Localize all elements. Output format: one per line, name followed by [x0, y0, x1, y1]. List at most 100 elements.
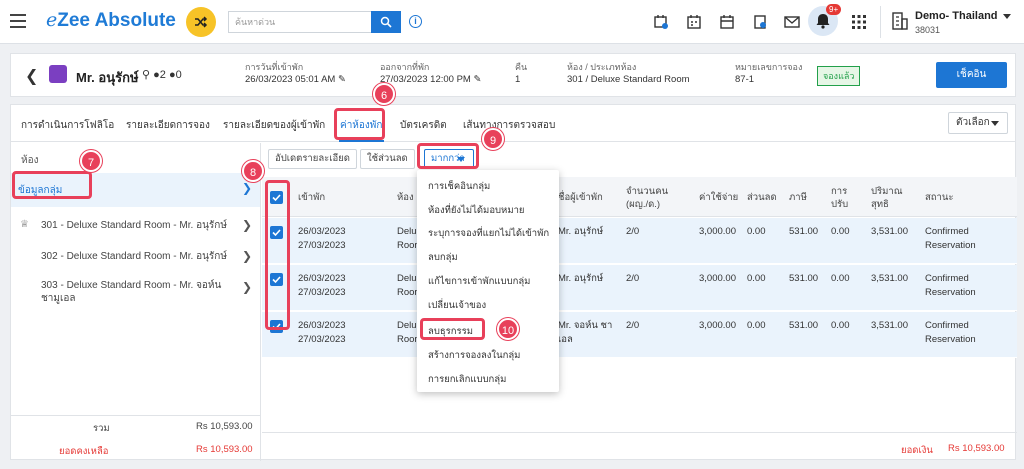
highlight-delete-transaction — [420, 318, 485, 340]
tab-bar: การดำเนินการโฟลิโอ รายละเอียดการจอง รายล… — [11, 105, 1015, 142]
tab-guest-details[interactable]: รายละเอียดของผู้เข้าพัก — [223, 118, 325, 133]
chevron-right-icon: ❯ — [241, 280, 252, 294]
room-list-heading: ห้อง — [21, 155, 39, 166]
room-item-label: 303 - Deluxe Standard Room - Mr. จอห์น ช… — [41, 280, 222, 304]
reservation-header: ❮ Mr. อนุรักษ์ ⚲ ●2 ●0 การวันที่เข้าพัก … — [10, 53, 1016, 97]
more-dropdown-menu: การเช็คอินกลุ่ม ห้องที่ยังไม่ได้มอบหมาย … — [417, 170, 559, 392]
cell-tax: 531.00 — [789, 320, 819, 331]
arrival-label: การวันที่เข้าพัก — [245, 62, 304, 72]
adult-icon: ● — [153, 69, 160, 81]
user-search-icon: ⚲ — [142, 69, 151, 81]
col-net: ปริมาณ สุทธิ — [871, 186, 903, 210]
room-item-301[interactable]: ♕ 301 - Deluxe Standard Room - Mr. อนุรั… — [11, 213, 260, 243]
menu-item-delete-group[interactable]: ลบกลุ่ม — [428, 250, 458, 265]
room-value: 301 / Deluxe Standard Room — [567, 74, 690, 85]
cell-pax: 2/0 — [626, 320, 640, 331]
checkin-button[interactable]: เช็คอิน — [936, 62, 1007, 88]
cell-dates: 26/03/2023 27/03/2023 — [298, 273, 346, 298]
highlight-checkboxes — [265, 180, 290, 330]
update-detail-button[interactable]: อัปเดตรายละเอียด — [268, 149, 357, 169]
apply-discount-button[interactable]: ใช้ส่วนลด — [360, 149, 415, 169]
guest-name: Mr. อนุรักษ์ — [76, 70, 139, 85]
child-icon: ● — [168, 69, 176, 81]
balance-value: Rs 10,593.00 — [196, 444, 253, 455]
cell-status: Confirmed Reservation — [925, 273, 976, 298]
room-item-302[interactable]: 302 - Deluxe Standard Room - Mr. อนุรักษ… — [11, 243, 260, 273]
calendar-add-icon[interactable] — [651, 12, 671, 32]
invoice-icon[interactable] — [750, 12, 770, 32]
tab-booking-details[interactable]: รายละเอียดการจอง — [126, 118, 210, 133]
highlight-group-info — [12, 171, 92, 199]
cell-dates: 26/03/2023 27/03/2023 — [298, 320, 346, 345]
table-row[interactable]: 26/03/2023 27/03/2023 Delu Roor Mr. อนุรัก… — [262, 265, 1017, 311]
crown-icon: ♕ — [20, 219, 29, 230]
cell-room: Delu Roor — [397, 273, 418, 298]
col-pax: จำนวนคน (ผญ./ด.) — [626, 186, 669, 210]
apps-grid-icon[interactable] — [849, 12, 869, 32]
shuffle-icon[interactable] — [186, 7, 216, 37]
step-marker-10: 10 — [497, 318, 519, 340]
cell-charge: 3,000.00 — [699, 273, 736, 284]
cell-status: Confirmed Reservation — [925, 226, 976, 251]
search-input[interactable]: ค้นหาด่วน — [228, 11, 371, 33]
cell-guest: Mr. อนุรักษ์ — [558, 273, 604, 284]
chevron-down-icon[interactable] — [1003, 14, 1011, 19]
menu-item-mark-no-show[interactable]: ระบุการจองที่แยกไม่ได้เข้าพัก — [428, 226, 549, 241]
search-button[interactable] — [371, 11, 401, 33]
grid-footer: ยอดเงิน Rs 10,593.00 — [262, 432, 1017, 460]
cell-pax: 2/0 — [626, 273, 640, 284]
menu-item-group-amend-stay[interactable]: แก้ไขการเข้าพักแบบกลุ่ม — [428, 274, 530, 289]
cell-charge: 3,000.00 — [699, 226, 736, 237]
balance-label: ยอดคงเหลือ — [59, 446, 109, 457]
grid-header: เข้าพัก ห้อง ชื่อผู้เข้าพัก จำนวนคน (ผญ./… — [262, 177, 1017, 217]
col-discount: ส่วนลด — [747, 192, 777, 203]
cell-room: Delu Roor — [397, 226, 418, 251]
tab-audit-trail[interactable]: เส้นทางการตรวจสอบ — [463, 118, 555, 133]
cell-adjust: 0.00 — [831, 273, 850, 284]
info-icon[interactable]: i — [409, 15, 422, 28]
edit-icon[interactable]: ✎ — [474, 74, 482, 85]
top-bar: eZee Absolute ค้นหาด่วน i 9+ Demo- Thail… — [0, 0, 1024, 44]
step-marker-7: 7 — [80, 150, 102, 172]
col-status: สถานะ — [925, 192, 954, 203]
mail-icon[interactable] — [782, 12, 802, 32]
table-row[interactable]: 26/03/2023 27/03/2023 Delu Roor Mr. จอห์น … — [262, 312, 1017, 358]
nights-value: 1 — [515, 74, 521, 85]
menu-item-unassigned-rooms[interactable]: ห้องที่ยังไม่ได้มอบหมาย — [428, 203, 524, 218]
active-tab-indicator — [339, 140, 384, 142]
cell-discount: 0.00 — [747, 273, 766, 284]
back-arrow-icon[interactable]: ❮ — [25, 66, 38, 86]
cell-dates: 26/03/2023 27/03/2023 — [298, 226, 346, 251]
menu-item-change-owner[interactable]: เปลี่ยนเจ้าของ — [428, 298, 486, 313]
nights-label: คืน — [515, 62, 528, 72]
step-marker-6: 6 — [373, 83, 395, 105]
grand-total-label: ยอดเงิน — [901, 445, 933, 456]
options-dropdown[interactable]: ตัวเลือก — [948, 112, 1008, 134]
cell-guest: Mr. จอห์น ชา เอล — [558, 320, 613, 345]
highlight-more-button — [417, 143, 479, 169]
menu-item-group-checkin[interactable]: การเช็คอินกลุ่ม — [428, 179, 490, 194]
table-row[interactable]: 26/03/2023 27/03/2023 Delu Roor Mr. อนุรัก… — [262, 218, 1017, 264]
reservation-number: 87-1 — [735, 74, 755, 85]
edit-icon[interactable]: ✎ — [338, 74, 346, 85]
hotel-code: 38031 — [915, 25, 941, 35]
app-logo[interactable]: eZee Absolute — [46, 9, 176, 32]
menu-icon[interactable] — [10, 14, 26, 28]
calendar-grid-icon[interactable] — [684, 12, 704, 32]
total-label: รวม — [93, 423, 110, 434]
col-tax: ภาษี — [789, 192, 807, 203]
guest-counts: ⚲ ●2 ●0 — [142, 69, 182, 81]
menu-item-add-booking-to-group[interactable]: สร้างการจองลงในกลุ่ม — [428, 348, 520, 363]
cell-discount: 0.00 — [747, 320, 766, 331]
room-item-303[interactable]: 303 - Deluxe Standard Room - Mr. จอห์น ช… — [11, 275, 260, 311]
menu-item-group-cancel[interactable]: การยกเลิกแบบกลุ่ม — [428, 372, 506, 387]
cell-room: Delu Roor — [397, 320, 418, 345]
divider — [880, 6, 881, 38]
cell-guest: Mr. อนุรักษ์ — [558, 226, 604, 237]
hotel-name[interactable]: Demo- Thailand — [915, 10, 998, 22]
arrival-value: 26/03/2023 05:01 AM ✎ — [245, 74, 346, 85]
cell-status: Confirmed Reservation — [925, 320, 976, 345]
calendar-icon[interactable] — [717, 12, 737, 32]
tab-folio-operations[interactable]: การดำเนินการโฟลิโอ — [21, 118, 114, 133]
tab-credit-card[interactable]: บัตรเครดิต — [400, 118, 447, 133]
